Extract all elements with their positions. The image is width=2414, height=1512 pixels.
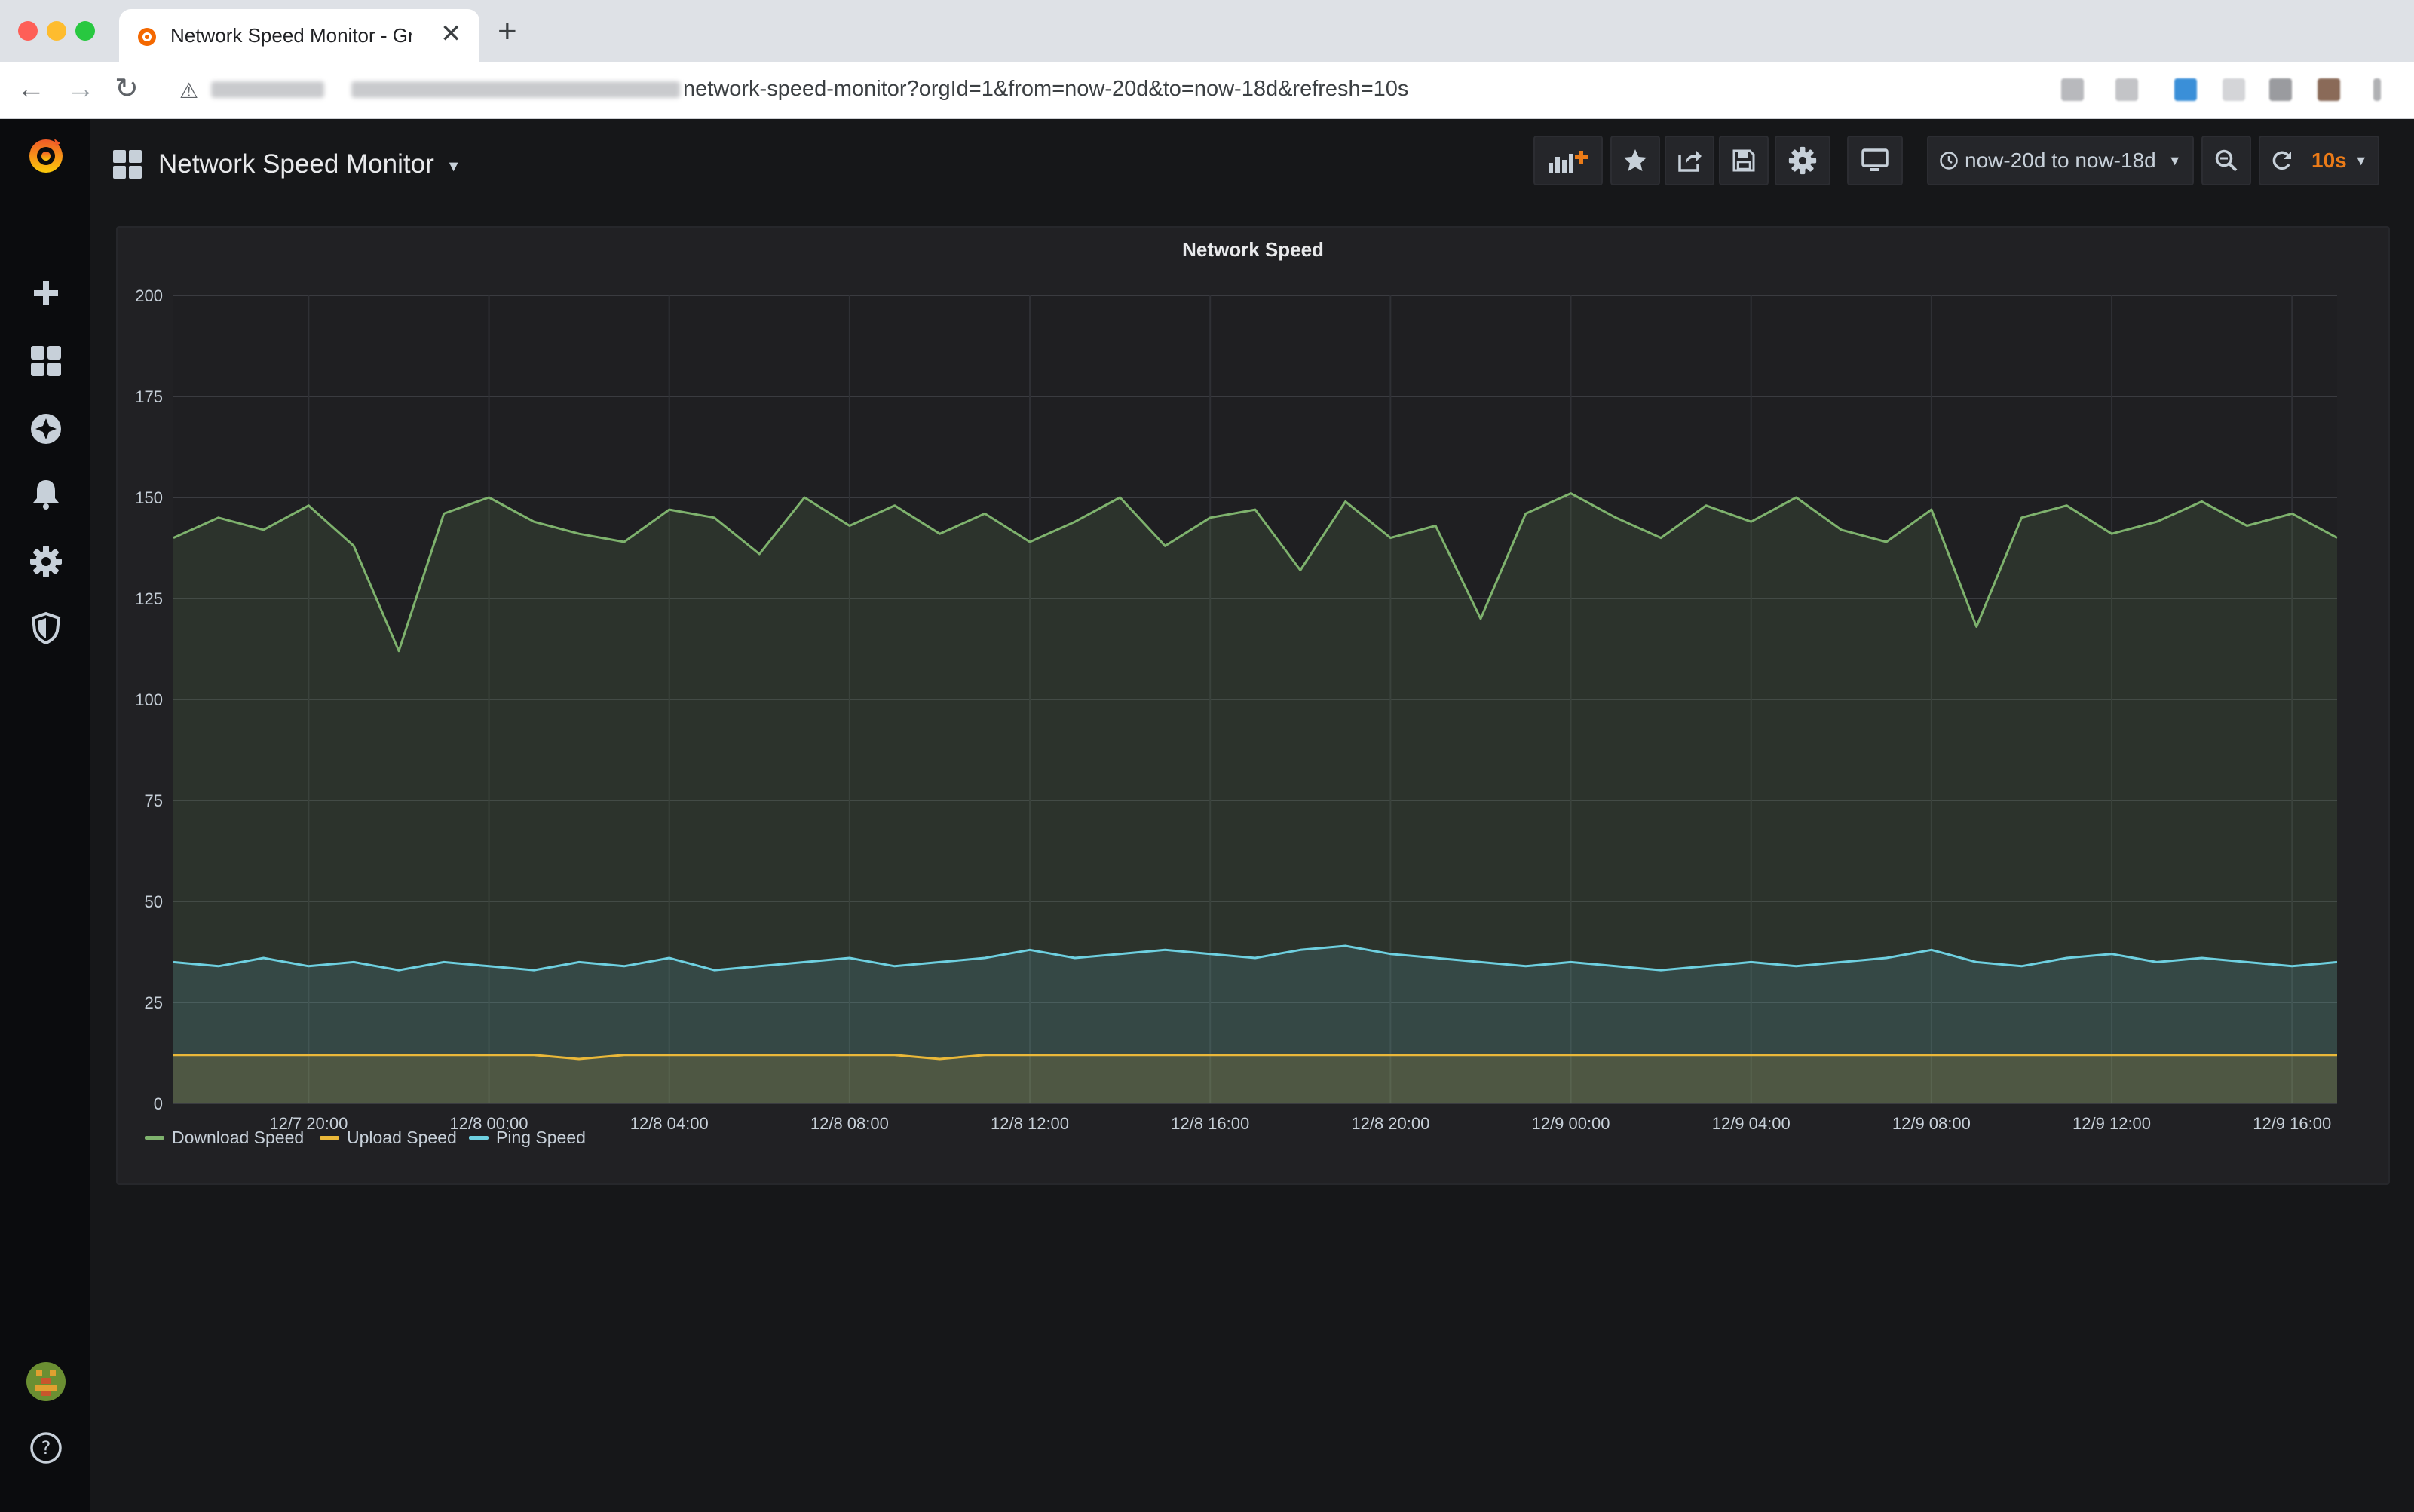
grafana-app: ? Network Speed Monitor ▼ now-20d to now… [0, 119, 2414, 1512]
y-tick-label: 200 [135, 286, 163, 305]
caret-down-icon: ▼ [2167, 152, 2182, 168]
legend-label: Upload Speed [347, 1128, 457, 1147]
tab-title: Network Speed Monitor - Grafana [170, 24, 412, 47]
dashboards-icon[interactable] [24, 339, 68, 383]
help-icon[interactable]: ? [24, 1426, 68, 1470]
chart-y-axis: 0 25 50 75 100 125 150 175 200 [135, 286, 163, 1113]
shield-icon[interactable] [24, 606, 68, 650]
add-panel-icon [1549, 151, 1588, 173]
extension-icon[interactable] [2269, 78, 2292, 101]
legend-label: Download Speed [172, 1128, 305, 1147]
browser-tabstrip: Network Speed Monitor - Grafana ✕ + [0, 0, 2414, 62]
add-panel-button[interactable] [1533, 136, 1603, 185]
series-area-upload-speed [173, 1054, 2337, 1103]
dashboard-title: Network Speed Monitor [158, 149, 434, 179]
back-arrow-icon[interactable]: ← [17, 72, 45, 106]
profile-avatar[interactable] [2318, 78, 2340, 101]
dashboard-grid-icon [113, 150, 142, 179]
tab-close-icon[interactable]: ✕ [440, 21, 462, 47]
url-path-redacted [351, 81, 680, 98]
forward-arrow-icon[interactable]: → [66, 72, 95, 106]
x-tick-label: 12/9 04:00 [1712, 1114, 1791, 1133]
x-tick-label: 12/9 12:00 [2072, 1114, 2151, 1133]
refresh-icon [2272, 151, 2291, 170]
share-button[interactable] [1665, 136, 1714, 185]
y-tick-label: 0 [154, 1094, 163, 1113]
x-tick-label: 12/8 20:00 [1351, 1114, 1429, 1133]
extension-icon[interactable] [2061, 78, 2084, 101]
side-menu: ? [0, 119, 90, 1512]
caret-down-icon: ▼ [446, 158, 461, 175]
x-tick-label: 12/9 08:00 [1892, 1114, 1971, 1133]
legend-swatch [145, 1136, 164, 1140]
y-tick-label: 125 [135, 589, 163, 608]
legend-item-download[interactable]: Download Speed [145, 1128, 304, 1148]
y-tick-label: 25 [145, 993, 163, 1012]
explore-icon[interactable] [24, 407, 68, 451]
time-range-picker[interactable]: now-20d to now-18d ▼ [1927, 136, 2194, 185]
address-bar-url[interactable]: network-speed-monitor?orgId=1&from=now-2… [683, 77, 1408, 102]
clock-icon [1940, 152, 1958, 170]
avatar[interactable] [24, 1360, 68, 1403]
time-range-label: now-20d to now-18d [1965, 148, 2156, 172]
refresh-picker[interactable]: 10s ▼ [2259, 136, 2379, 185]
gear-icon[interactable] [24, 540, 68, 583]
grafana-favicon-icon [138, 28, 156, 46]
chart-series [173, 492, 2338, 1103]
y-tick-label: 150 [135, 488, 163, 507]
y-tick-label: 75 [145, 791, 163, 810]
grafana-logo-icon[interactable] [24, 133, 68, 176]
y-tick-label: 100 [135, 690, 163, 709]
x-tick-label: 12/8 12:00 [991, 1114, 1069, 1133]
page: Network Speed Monitor - Grafana ✕ + ← → … [0, 0, 2414, 1512]
x-tick-label: 12/8 08:00 [810, 1114, 889, 1133]
legend-label: Ping Speed [496, 1128, 586, 1147]
plus-icon[interactable] [24, 271, 68, 315]
browser-menu-icon[interactable] [2373, 78, 2381, 101]
bell-icon[interactable] [24, 472, 68, 516]
reload-icon[interactable]: ↻ [115, 72, 139, 106]
legend-item-ping[interactable]: Ping Speed [469, 1128, 586, 1148]
browser-tab[interactable]: Network Speed Monitor - Grafana ✕ [119, 9, 479, 62]
new-tab-button[interactable]: + [498, 15, 517, 48]
svg-text:?: ? [41, 1437, 51, 1458]
refresh-interval-label: 10s [2311, 148, 2347, 172]
legend-item-upload[interactable]: Upload Speed [320, 1128, 457, 1148]
extension-icon[interactable] [2174, 78, 2197, 101]
panel-title[interactable]: Network Speed [118, 238, 2388, 262]
x-tick-label: 12/8 16:00 [1171, 1114, 1249, 1133]
dashboard-title-picker[interactable]: Network Speed Monitor ▼ [113, 142, 461, 187]
y-tick-label: 50 [145, 892, 163, 911]
network-speed-chart[interactable]: 0255075100125150175200 12/7 20:00 12/8 00… [118, 228, 2391, 1186]
window-minimize-button[interactable] [47, 21, 66, 41]
zoom-out-icon [2215, 149, 2238, 172]
extension-icon[interactable] [2115, 78, 2138, 101]
x-tick-label: 12/9 00:00 [1532, 1114, 1610, 1133]
window-maximize-button[interactable] [75, 21, 95, 41]
gear-icon [1788, 146, 1817, 175]
save-button[interactable] [1719, 136, 1769, 185]
x-tick-label: 12/9 16:00 [2253, 1114, 2331, 1133]
graph-panel[interactable]: 0 25 50 75 100 125 150 175 200 12/7 20:00 12/8 00… [116, 226, 2390, 1185]
url-host-redacted [211, 81, 324, 98]
not-secure-warning-icon[interactable]: ⚠ [179, 78, 198, 103]
star-button[interactable] [1610, 136, 1660, 185]
caret-down-icon: ▼ [2354, 152, 2368, 168]
save-icon [1732, 149, 1755, 172]
tv-mode-button[interactable] [1847, 136, 1903, 185]
legend-swatch [320, 1136, 339, 1140]
window-close-button[interactable] [18, 21, 38, 41]
browser-toolbar: ← → ↻ ⚠ network-speed-monitor?orgId=1&fr… [0, 62, 2414, 119]
share-icon [1678, 151, 1702, 172]
zoom-out-button[interactable] [2201, 136, 2251, 185]
star-icon [1624, 149, 1647, 171]
y-tick-label: 175 [135, 387, 163, 406]
extension-icon[interactable] [2223, 78, 2245, 101]
x-tick-label: 12/8 04:00 [630, 1114, 709, 1133]
dashboard-settings-button[interactable] [1775, 136, 1830, 185]
legend-swatch [469, 1136, 489, 1140]
tv-icon [1861, 148, 1889, 171]
